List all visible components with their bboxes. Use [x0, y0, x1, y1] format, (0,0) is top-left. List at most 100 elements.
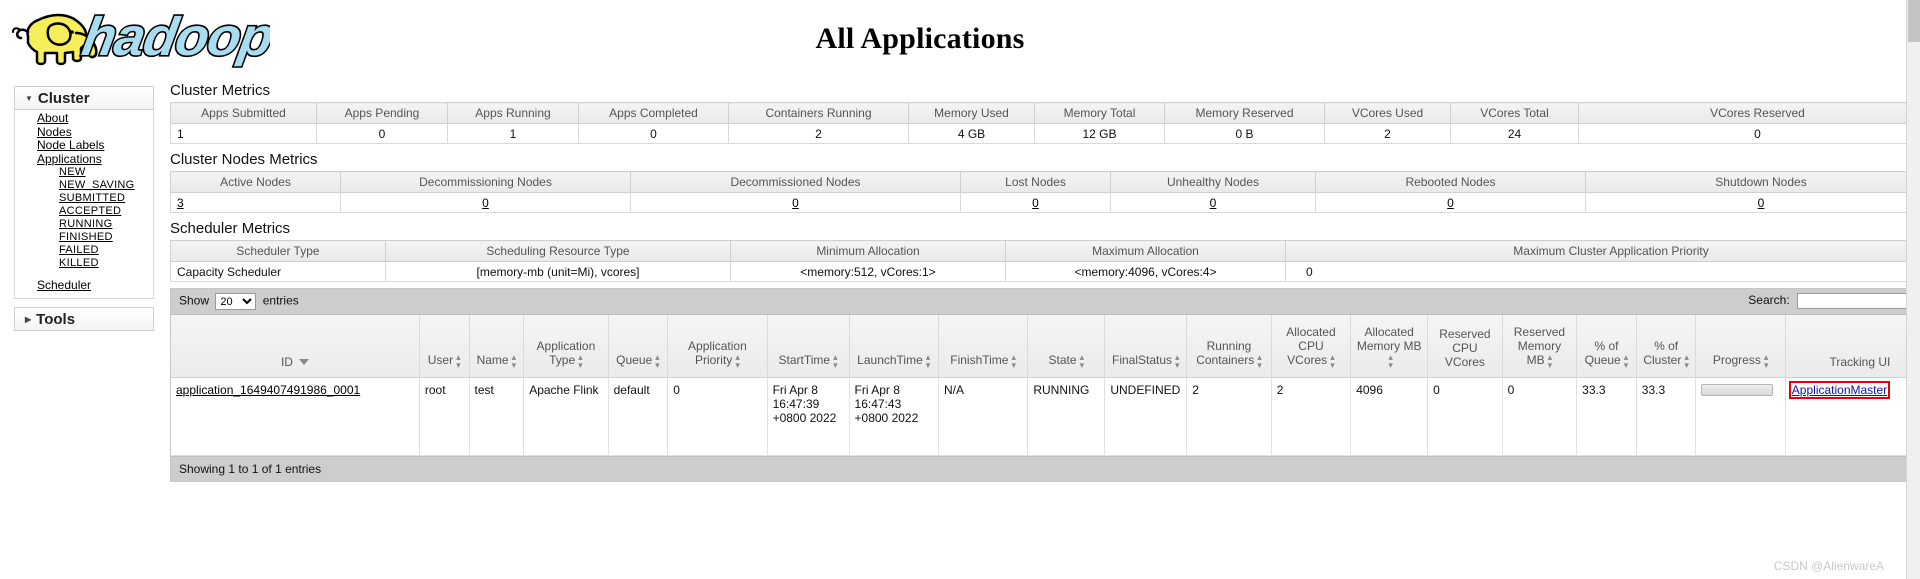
- col-running-containers[interactable]: Running Containers ▴ ▾: [1186, 315, 1272, 378]
- progress-bar: [1701, 383, 1774, 396]
- sort-icon: ▴ ▾: [1079, 351, 1085, 370]
- val-maximum-allocation: <memory:4096, vCores:4>: [1005, 261, 1286, 282]
- col-containers-running: Containers Running: [728, 102, 909, 124]
- sort-icon: ▴ ▾: [1011, 351, 1017, 370]
- col-allocated-memory-mb[interactable]: Allocated Memory MB ▴ ▾: [1350, 315, 1429, 378]
- yarn-resourcemanager-page: hadoop All Applications ▼ Cluster About N…: [0, 0, 1920, 579]
- col-vcores-reserved: VCores Reserved: [1578, 102, 1920, 124]
- col-finishtime[interactable]: FinishTime ▴ ▾: [938, 315, 1029, 378]
- active-nodes-link[interactable]: 3: [177, 196, 184, 210]
- val-memory-used: 4 GB: [908, 123, 1035, 144]
- val-max-cluster-app-priority: 0: [1285, 261, 1920, 282]
- sort-icon: ▴ ▾: [578, 351, 583, 370]
- col-id[interactable]: ID: [171, 315, 420, 378]
- val-unhealthy-nodes[interactable]: 0: [1110, 192, 1316, 213]
- sort-icon: ▴ ▾: [1623, 351, 1629, 370]
- sidebar-item-applications[interactable]: Applications: [15, 152, 153, 167]
- col-minimum-allocation: Minimum Allocation: [730, 240, 1006, 262]
- watermark: CSDN @AlienwareA: [1773, 559, 1884, 573]
- cell-name: test: [469, 377, 525, 456]
- col-apps-pending: Apps Pending: [316, 102, 448, 124]
- val-apps-submitted: 1: [170, 123, 317, 144]
- sort-icon: ▴ ▾: [1547, 351, 1553, 370]
- search-input[interactable]: [1797, 293, 1920, 309]
- col-user[interactable]: User ▴ ▾: [419, 315, 470, 378]
- val-lost-nodes[interactable]: 0: [960, 192, 1111, 213]
- sidebar-item-about[interactable]: About: [15, 111, 153, 126]
- sidebar-item-accepted[interactable]: ACCEPTED: [15, 205, 153, 218]
- sidebar-item-scheduler[interactable]: Scheduler: [15, 278, 153, 293]
- sort-icon: ▴ ▾: [925, 351, 931, 370]
- tracking-ui-highlight: ApplicationMaster: [1788, 380, 1891, 399]
- sidebar-item-submitted[interactable]: SUBMITTED: [15, 192, 153, 205]
- col-application-priority[interactable]: Application Priority ▴ ▾: [667, 315, 768, 378]
- cluster-metrics-header-row: Apps Submitted Apps Pending Apps Running…: [170, 102, 1920, 124]
- page-header: hadoop All Applications: [0, 0, 1920, 80]
- col-allocated-cpu-vcores[interactable]: Allocated CPU VCores ▴ ▾: [1271, 315, 1352, 378]
- sidebar-section-cluster[interactable]: ▼ Cluster: [14, 86, 154, 110]
- col-pct-of-queue[interactable]: % of Queue ▴ ▾: [1576, 315, 1637, 378]
- cell-finalstatus: UNDEFINED: [1104, 377, 1188, 456]
- col-pct-of-cluster[interactable]: % of Cluster ▴ ▾: [1636, 315, 1697, 378]
- scheduler-metrics-table: Scheduler Type Scheduling Resource Type …: [170, 240, 1920, 282]
- col-decommissioned-nodes: Decommissioned Nodes: [630, 171, 961, 193]
- sidebar-item-killed[interactable]: KILLED: [15, 257, 153, 270]
- col-launchtime[interactable]: LaunchTime ▴ ▾: [849, 315, 939, 378]
- cell-id[interactable]: application_1649407491986_0001: [171, 377, 420, 456]
- sidebar-item-finished[interactable]: FINISHED: [15, 231, 153, 244]
- col-reserved-memory-mb[interactable]: Reserved Memory MB ▴ ▾: [1502, 315, 1578, 378]
- cell-state: RUNNING: [1027, 377, 1106, 456]
- unhealthy-nodes-link[interactable]: 0: [1210, 196, 1217, 210]
- col-apps-submitted: Apps Submitted: [170, 102, 317, 124]
- col-starttime[interactable]: StartTime ▴ ▾: [767, 315, 850, 378]
- decommissioned-nodes-link[interactable]: 0: [792, 196, 799, 210]
- vertical-scrollbar[interactable]: [1906, 0, 1920, 579]
- val-rebooted-nodes[interactable]: 0: [1315, 192, 1586, 213]
- sidebar-item-nodes[interactable]: Nodes: [15, 125, 153, 140]
- val-active-nodes[interactable]: 3: [170, 192, 341, 213]
- val-vcores-total: 24: [1450, 123, 1579, 144]
- cluster-nodes-metrics-title: Cluster Nodes Metrics: [170, 151, 318, 168]
- tracking-ui-link[interactable]: ApplicationMaster: [1792, 383, 1887, 397]
- col-finalstatus[interactable]: FinalStatus ▴ ▾: [1104, 315, 1188, 378]
- cell-tracking-ui[interactable]: ApplicationMaster: [1785, 377, 1920, 456]
- col-tracking-ui[interactable]: Tracking UI: [1785, 315, 1920, 378]
- col-state[interactable]: State ▴ ▾: [1027, 315, 1106, 378]
- shutdown-nodes-link[interactable]: 0: [1758, 196, 1765, 210]
- sidebar-item-new[interactable]: NEW: [15, 166, 153, 179]
- lost-nodes-link[interactable]: 0: [1032, 196, 1039, 210]
- scrollbar-thumb[interactable]: [1908, 0, 1920, 42]
- sidebar-item-new-saving[interactable]: NEW_SAVING: [15, 179, 153, 192]
- cluster-metrics-value-row: 1 0 1 0 2 4 GB 12 GB 0 B 2 24 0: [170, 123, 1920, 144]
- val-scheduling-resource-type: [memory-mb (unit=Mi), vcores]: [385, 261, 731, 282]
- sidebar-section-tools[interactable]: ▶ Tools: [14, 306, 154, 331]
- val-scheduler-type: Capacity Scheduler: [170, 261, 386, 282]
- sidebar-item-running[interactable]: RUNNING: [15, 218, 153, 231]
- application-id-link[interactable]: application_1649407491986_0001: [176, 383, 360, 397]
- decommissioning-nodes-link[interactable]: 0: [482, 196, 489, 210]
- sort-icon: ▴ ▾: [1175, 351, 1180, 370]
- rebooted-nodes-link[interactable]: 0: [1447, 196, 1454, 210]
- sort-icon: ▴ ▾: [456, 351, 461, 370]
- col-active-nodes: Active Nodes: [170, 171, 341, 193]
- sidebar-item-failed[interactable]: FAILED: [15, 244, 153, 257]
- sidebar-cluster-body: About Nodes Node Labels Applications NEW…: [14, 110, 154, 299]
- cell-reserved-memory-mb: 0: [1502, 377, 1578, 456]
- page-title: All Applications: [815, 22, 1025, 55]
- sidebar-item-node-labels[interactable]: Node Labels: [15, 138, 153, 153]
- val-decommissioned-nodes[interactable]: 0: [630, 192, 961, 213]
- col-queue[interactable]: Queue ▴ ▾: [608, 315, 669, 378]
- col-reserved-cpu-vcores[interactable]: Reserved CPU VCores: [1427, 315, 1503, 378]
- val-decommissioning-nodes[interactable]: 0: [340, 192, 631, 213]
- col-application-type[interactable]: Application Type ▴ ▾: [523, 315, 609, 378]
- col-lost-nodes: Lost Nodes: [960, 171, 1111, 193]
- col-progress[interactable]: Progress ▴ ▾: [1695, 315, 1786, 378]
- col-vcores-total: VCores Total: [1450, 102, 1579, 124]
- col-name[interactable]: Name ▴ ▾: [469, 315, 525, 378]
- search-control: Search:: [1748, 293, 1920, 309]
- cell-running-containers: 2: [1186, 377, 1272, 456]
- val-shutdown-nodes[interactable]: 0: [1585, 192, 1920, 213]
- page-length-select[interactable]: 20 40 60 100: [215, 293, 257, 310]
- val-apps-completed: 0: [578, 123, 729, 144]
- cell-application-priority: 0: [667, 377, 768, 456]
